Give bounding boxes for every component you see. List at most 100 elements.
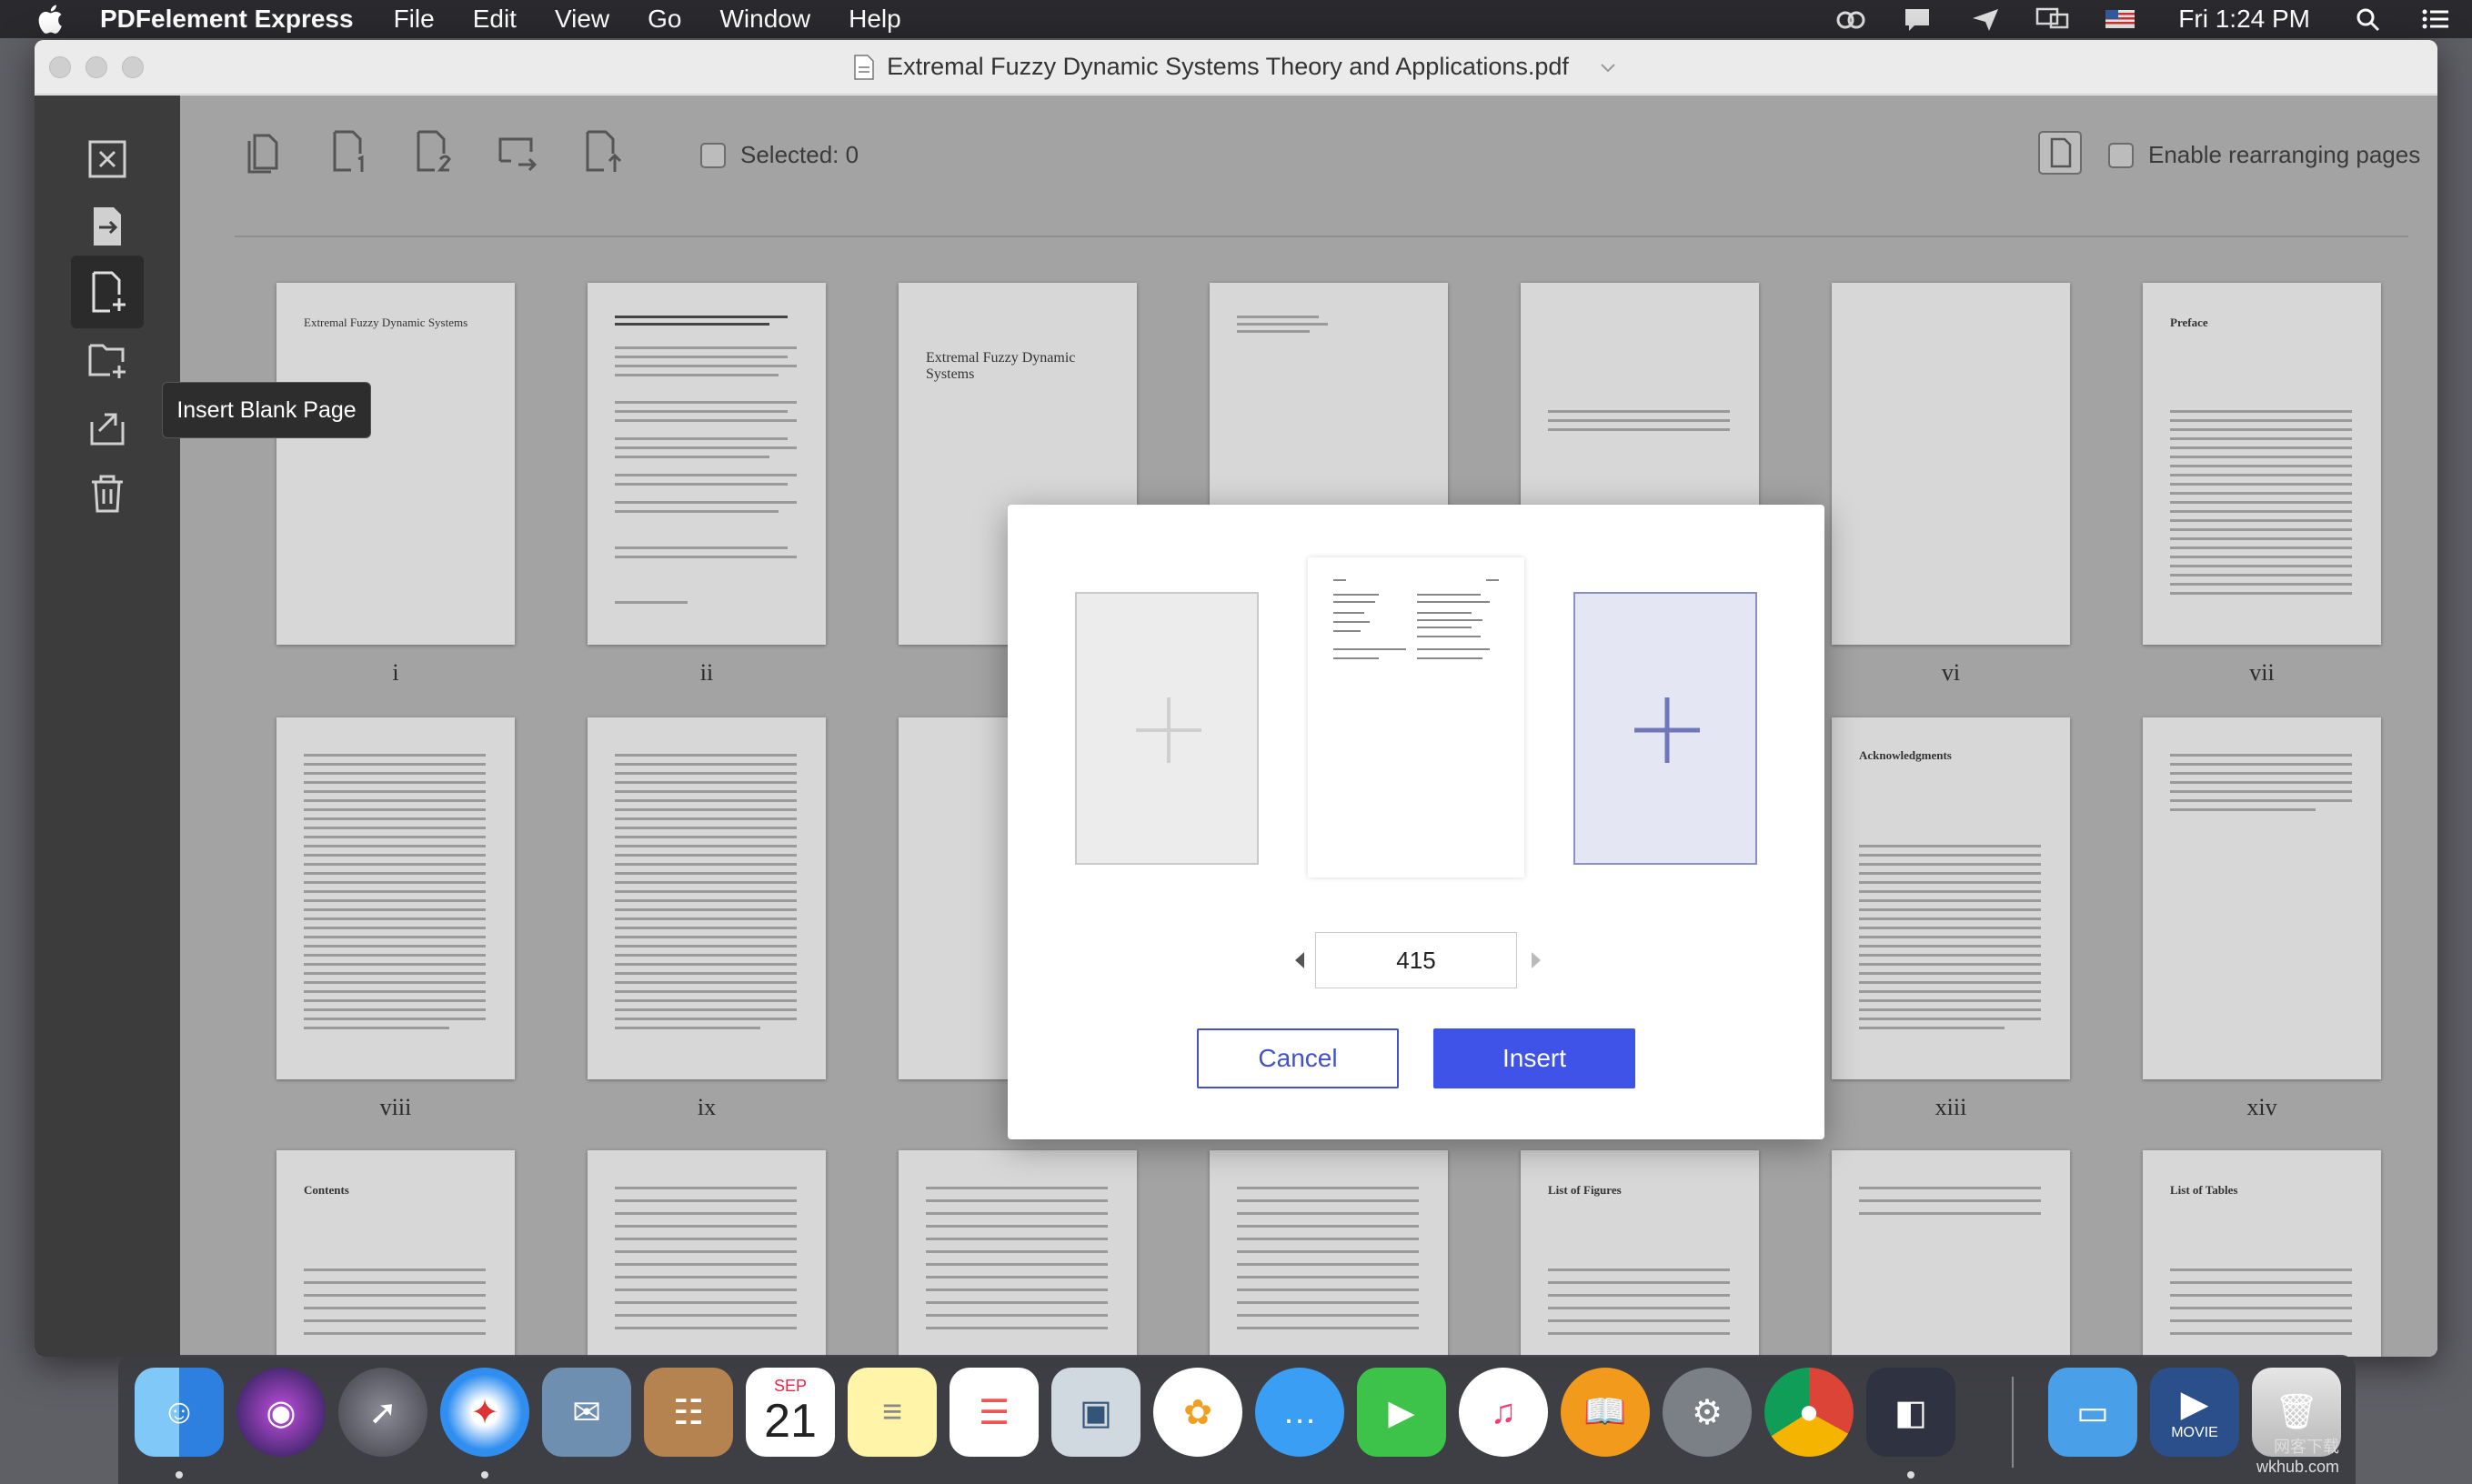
facetime-icon[interactable]: ▶ — [1357, 1368, 1446, 1457]
cancel-button[interactable]: Cancel — [1197, 1028, 1399, 1088]
page-thumbnail[interactable]: List of Tables — [2143, 1150, 2381, 1357]
page-thumbnail[interactable]: List of Figures — [1521, 1150, 1759, 1357]
page-thumbnail[interactable] — [2143, 717, 2381, 1079]
rotate-page-icon[interactable] — [495, 128, 538, 174]
finder-icon[interactable]: ☺ — [135, 1368, 224, 1457]
enable-rearranging-checkbox[interactable] — [2108, 143, 2134, 168]
tooltip: Insert Blank Page — [162, 382, 371, 438]
page-heading: Extremal Fuzzy Dynamic Systems — [926, 350, 1076, 382]
insert-blank-page-icon — [92, 271, 126, 313]
page-label: viii — [379, 1094, 412, 1120]
system-preferences-icon[interactable]: ⚙ — [1663, 1368, 1752, 1457]
watermark: 网客下载 wkhub.com — [2256, 1437, 2339, 1477]
page-thumbnail[interactable]: Contents — [276, 1150, 515, 1357]
page-view-icon[interactable] — [2037, 130, 2083, 175]
page-label: xiii — [1934, 1094, 1967, 1120]
page-thumbnail[interactable] — [588, 283, 826, 645]
safari-icon[interactable]: ✦ — [440, 1368, 529, 1457]
replace-page-button[interactable] — [71, 390, 144, 463]
app-name-menu[interactable]: PDFelement Express — [100, 5, 354, 34]
page-thumbnail-area: Selected: 0 Enable rearranging pages Ext… — [180, 95, 2437, 1357]
current-page-preview — [1308, 557, 1524, 877]
page-thumbnail[interactable] — [1832, 1150, 2070, 1357]
reminders-icon[interactable]: ☰ — [950, 1368, 1039, 1457]
chrome-icon[interactable]: ● — [1764, 1368, 1854, 1457]
page-heading: Acknowledgments — [1859, 748, 1952, 762]
page-number-input[interactable] — [1315, 932, 1517, 988]
menu-window[interactable]: Window — [720, 5, 811, 34]
zoom-window-button[interactable] — [122, 56, 144, 78]
insert-button[interactable]: Insert — [1433, 1028, 1635, 1088]
chevron-down-icon[interactable] — [1598, 57, 1618, 77]
menu-edit[interactable]: Edit — [473, 5, 517, 34]
page-label: i — [392, 659, 399, 686]
page-thumbnail[interactable]: Preface — [2143, 283, 2381, 645]
folder-icon[interactable]: ▭ — [2048, 1368, 2137, 1457]
ibooks-icon[interactable]: 📖 — [1561, 1368, 1650, 1457]
page-thumbnail[interactable] — [588, 1150, 826, 1357]
mail-icon[interactable]: ✉ — [542, 1368, 631, 1457]
menu-file[interactable]: File — [394, 5, 435, 34]
calendar-month: SEP — [773, 1377, 808, 1395]
page-label: xiv — [2246, 1094, 2277, 1120]
insert-before-slot[interactable] — [1075, 592, 1259, 865]
page-thumbnail[interactable]: Acknowledgments — [1832, 717, 2070, 1079]
calendar-icon[interactable]: SEP 21 — [746, 1368, 835, 1457]
menu-help[interactable]: Help — [849, 5, 901, 34]
page-thumbnail[interactable] — [1210, 1150, 1448, 1357]
page-label: ix — [697, 1094, 717, 1120]
creative-cloud-icon[interactable] — [1833, 5, 1869, 33]
toolbar-divider — [235, 236, 2408, 237]
menu-go[interactable]: Go — [648, 5, 681, 34]
messages-icon[interactable]: … — [1255, 1368, 1344, 1457]
close-organize-button[interactable] — [71, 123, 144, 196]
page-heading: List of Figures — [1548, 1183, 1622, 1197]
page-thumbnail[interactable] — [588, 717, 826, 1079]
page-thumbnail[interactable]: Extremal Fuzzy Dynamic Systems — [276, 283, 515, 645]
organize-toolbar: Selected: 0 Enable rearranging pages — [180, 95, 2437, 201]
spotlight-search-icon[interactable] — [2350, 5, 2387, 33]
page-thumbnail[interactable] — [899, 1150, 1137, 1357]
copy-page-icon[interactable] — [242, 128, 286, 174]
notification-center-icon[interactable] — [2417, 5, 2454, 33]
apple-menu-icon[interactable] — [35, 2, 69, 36]
previous-page-arrow-icon[interactable] — [1291, 950, 1308, 970]
preview-icon[interactable]: ▣ — [1051, 1368, 1141, 1457]
page-thumbnail[interactable] — [1832, 283, 2070, 645]
page-tools-sidebar — [35, 95, 180, 1357]
photos-icon[interactable]: ✿ — [1153, 1368, 1242, 1457]
display-mirroring-icon[interactable] — [2035, 5, 2071, 33]
menubar: PDFelement Express File Edit View Go Win… — [0, 0, 2472, 38]
location-icon[interactable] — [1967, 5, 2004, 33]
pdfelement-icon[interactable]: ◧ — [1866, 1368, 1955, 1457]
us-flag-icon[interactable] — [2102, 5, 2138, 33]
launchpad-icon[interactable]: ➚ — [338, 1368, 427, 1457]
page-thumbnail[interactable] — [276, 717, 515, 1079]
insert-from-file-button[interactable] — [71, 323, 144, 396]
page-two-icon[interactable] — [411, 128, 455, 174]
title-bar: Extremal Fuzzy Dynamic Systems Theory an… — [35, 40, 2437, 95]
plus-icon — [1136, 697, 1201, 763]
menu-view[interactable]: View — [555, 5, 609, 34]
itunes-icon[interactable]: ♫ — [1459, 1368, 1548, 1457]
page-one-icon[interactable] — [327, 128, 371, 174]
movie-file-icon[interactable]: ▶ MOVIE — [2150, 1368, 2239, 1457]
extract-page-icon — [94, 207, 121, 246]
delete-page-button[interactable] — [71, 457, 144, 530]
contacts-icon[interactable]: ☷ — [644, 1368, 733, 1457]
close-window-button[interactable] — [49, 56, 71, 78]
insert-after-slot[interactable] — [1573, 592, 1757, 865]
siri-icon[interactable]: ◉ — [236, 1368, 326, 1457]
insert-file-icon — [88, 344, 126, 378]
page-upload-icon[interactable] — [580, 128, 624, 174]
window-title: Extremal Fuzzy Dynamic Systems Theory an… — [887, 53, 1569, 80]
notification-icon[interactable] — [1900, 5, 1936, 33]
next-page-arrow-icon[interactable] — [1528, 950, 1544, 970]
insert-blank-page-button[interactable] — [71, 256, 144, 328]
select-all-checkbox[interactable] — [700, 143, 726, 168]
extract-page-button[interactable] — [71, 190, 144, 263]
watermark-line2: wkhub.com — [2256, 1458, 2339, 1476]
menubar-clock[interactable]: Fri 1:24 PM — [2178, 5, 2310, 34]
notes-icon[interactable]: ≡ — [848, 1368, 937, 1457]
minimize-window-button[interactable] — [85, 56, 107, 78]
